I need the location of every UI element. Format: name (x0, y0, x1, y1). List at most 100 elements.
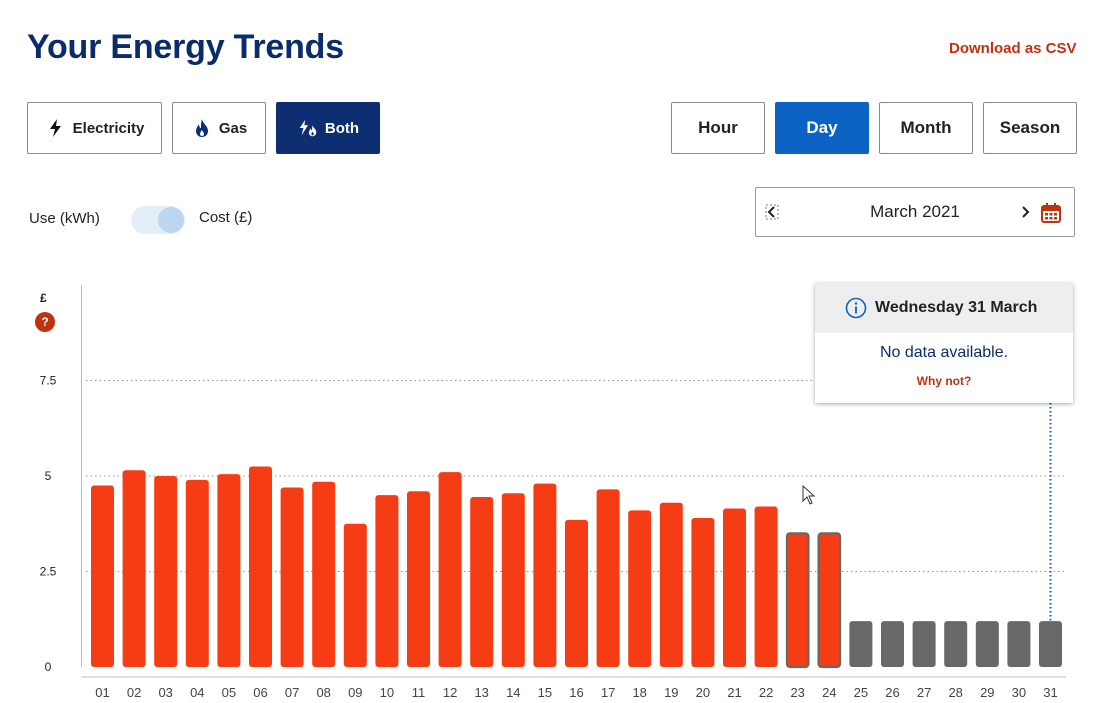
toggle-knob[interactable] (158, 207, 184, 233)
x-tick-label: 15 (538, 685, 552, 700)
season-button[interactable]: Season (983, 102, 1077, 154)
bar-day-05[interactable] (217, 474, 241, 667)
bar-day-23[interactable] (785, 532, 810, 669)
use-cost-toggle[interactable] (131, 206, 185, 234)
x-tick-label: 23 (790, 685, 804, 700)
x-tick-label: 24 (822, 685, 836, 700)
x-tick-label: 27 (917, 685, 931, 700)
x-tick-label: 11 (412, 685, 426, 700)
both-button-label: Both (324, 119, 360, 137)
month-picker: March 2021 (755, 187, 1075, 237)
x-tick-label: 14 (506, 685, 520, 700)
bar-day-19[interactable] (659, 502, 683, 667)
bar-day-02[interactable] (122, 470, 146, 667)
cost-label: Cost (£) (199, 209, 253, 226)
bar-day-09[interactable] (343, 523, 367, 667)
calendar-icon[interactable] (1039, 201, 1063, 225)
bar-day-24[interactable] (817, 532, 842, 669)
bar-day-21[interactable] (723, 508, 746, 667)
bar-day-20[interactable] (691, 518, 715, 667)
x-tick-label: 07 (285, 685, 299, 700)
x-tick-label: 21 (727, 685, 741, 700)
month-button-label: Month (900, 118, 952, 137)
x-tick-label: 04 (190, 685, 204, 700)
x-tick-label: 13 (474, 685, 488, 700)
chevron-left-icon (765, 204, 779, 220)
x-tick-label: 02 (127, 685, 141, 700)
lightning-icon (45, 117, 67, 139)
x-tick-label: 16 (569, 685, 583, 700)
bar-day-28[interactable] (944, 621, 968, 667)
x-tick-label: 28 (948, 685, 962, 700)
x-tick-label: 22 (759, 685, 773, 700)
bar-day-08[interactable] (312, 481, 336, 667)
x-tick-label: 26 (885, 685, 899, 700)
x-tick-label: 17 (601, 685, 615, 700)
bar-day-01[interactable] (91, 485, 114, 667)
bar-day-07[interactable] (280, 487, 304, 667)
gas-button-label: Gas (218, 119, 248, 137)
day-tooltip: Wednesday 31 March No data available. Wh… (815, 283, 1073, 403)
mouse-cursor-icon (802, 485, 816, 505)
x-tick-label: 31 (1043, 685, 1057, 700)
bar-day-04[interactable] (185, 479, 209, 667)
y-tick-label: 0 (45, 660, 52, 674)
bar-day-11[interactable] (407, 491, 430, 667)
x-tick-label: 09 (348, 685, 362, 700)
flame-icon (191, 117, 213, 139)
bar-day-22[interactable] (754, 506, 778, 667)
x-tick-label: 10 (380, 685, 394, 700)
x-tick-label: 08 (316, 685, 330, 700)
bar-day-31[interactable] (1039, 621, 1062, 667)
chevron-right-icon (1022, 206, 1030, 218)
next-month-button[interactable] (1018, 202, 1034, 222)
x-tick-label: 01 (95, 685, 109, 700)
both-button[interactable]: Both (276, 102, 380, 154)
why-not-link[interactable]: Why not? (815, 374, 1073, 388)
season-button-label: Season (999, 118, 1061, 137)
bar-day-18[interactable] (628, 510, 652, 667)
bar-day-26[interactable] (881, 621, 904, 667)
y-tick-label: 5 (45, 469, 52, 483)
bar-day-30[interactable] (1007, 621, 1031, 667)
x-tick-label: 30 (1012, 685, 1026, 700)
x-tick-label: 05 (222, 685, 236, 700)
x-tick-label: 25 (854, 685, 868, 700)
bar-day-15[interactable] (533, 483, 557, 667)
tooltip-date: Wednesday 31 March (875, 299, 1038, 316)
use-kwh-label: Use (kWh) (29, 210, 100, 227)
bar-day-16[interactable] (565, 519, 588, 667)
gas-button[interactable]: Gas (172, 102, 266, 154)
y-tick-label: 7.5 (40, 374, 57, 388)
bar-day-17[interactable] (596, 489, 620, 667)
bar-day-14[interactable] (501, 493, 525, 667)
bar-day-06[interactable] (249, 466, 272, 667)
tooltip-header: Wednesday 31 March (815, 283, 1073, 333)
previous-month-button[interactable] (764, 202, 780, 222)
x-tick-label: 06 (253, 685, 267, 700)
hour-button-label: Hour (698, 118, 738, 137)
bar-day-12[interactable] (438, 472, 462, 667)
x-tick-label: 12 (443, 685, 457, 700)
x-tick-label: 03 (158, 685, 172, 700)
y-tick-label: 2.5 (40, 565, 57, 579)
x-tick-label: 20 (696, 685, 710, 700)
tooltip-message: No data available. (879, 344, 1009, 361)
lightning-flame-icon (297, 117, 319, 139)
bar-day-10[interactable] (375, 495, 399, 667)
bar-day-03[interactable] (154, 476, 178, 667)
hour-button[interactable]: Hour (671, 102, 765, 154)
bar-day-27[interactable] (912, 621, 936, 667)
x-tick-label: 19 (664, 685, 678, 700)
bar-day-13[interactable] (470, 497, 494, 667)
day-button[interactable]: Day (775, 102, 869, 154)
x-tick-label: 18 (632, 685, 646, 700)
download-csv-link[interactable]: Download as CSV (949, 40, 1077, 57)
info-icon (845, 297, 867, 319)
month-button[interactable]: Month (879, 102, 973, 154)
page-title: Your Energy Trends (27, 28, 344, 66)
bar-day-25[interactable] (849, 621, 873, 667)
day-button-label: Day (806, 118, 838, 137)
electricity-button[interactable]: Electricity (27, 102, 162, 154)
bar-day-29[interactable] (975, 621, 999, 667)
